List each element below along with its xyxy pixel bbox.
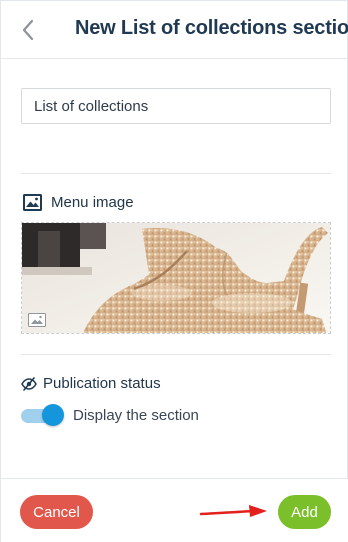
back-button[interactable] [15, 15, 41, 45]
panel-footer: Cancel Add [1, 478, 348, 542]
image-placeholder-icon [28, 313, 46, 327]
chevron-left-icon [22, 19, 34, 41]
menu-image-photo [22, 223, 330, 333]
section-name-input[interactable] [21, 88, 331, 124]
menu-image-label: Menu image [51, 194, 134, 211]
menu-image-header: Menu image [23, 194, 134, 211]
display-section-label: Display the section [73, 406, 199, 424]
red-arrow-icon [199, 505, 267, 517]
add-button[interactable]: Add [278, 495, 331, 529]
section-editor-panel: New List of collections section Menu ima… [0, 0, 348, 542]
display-section-toggle-row: Display the section [21, 404, 199, 426]
divider [21, 354, 331, 355]
image-icon [23, 194, 42, 211]
display-section-toggle[interactable] [21, 404, 65, 426]
divider [21, 173, 331, 174]
menu-image-dropzone[interactable] [21, 222, 331, 334]
eye-slash-icon [21, 376, 37, 391]
page-title: New List of collections section [75, 17, 348, 39]
panel-header: New List of collections section [1, 1, 348, 59]
toggle-knob [42, 404, 64, 426]
cancel-button[interactable]: Cancel [20, 495, 93, 529]
publication-status-header: Publication status [21, 375, 161, 392]
publication-status-label: Publication status [43, 375, 161, 392]
